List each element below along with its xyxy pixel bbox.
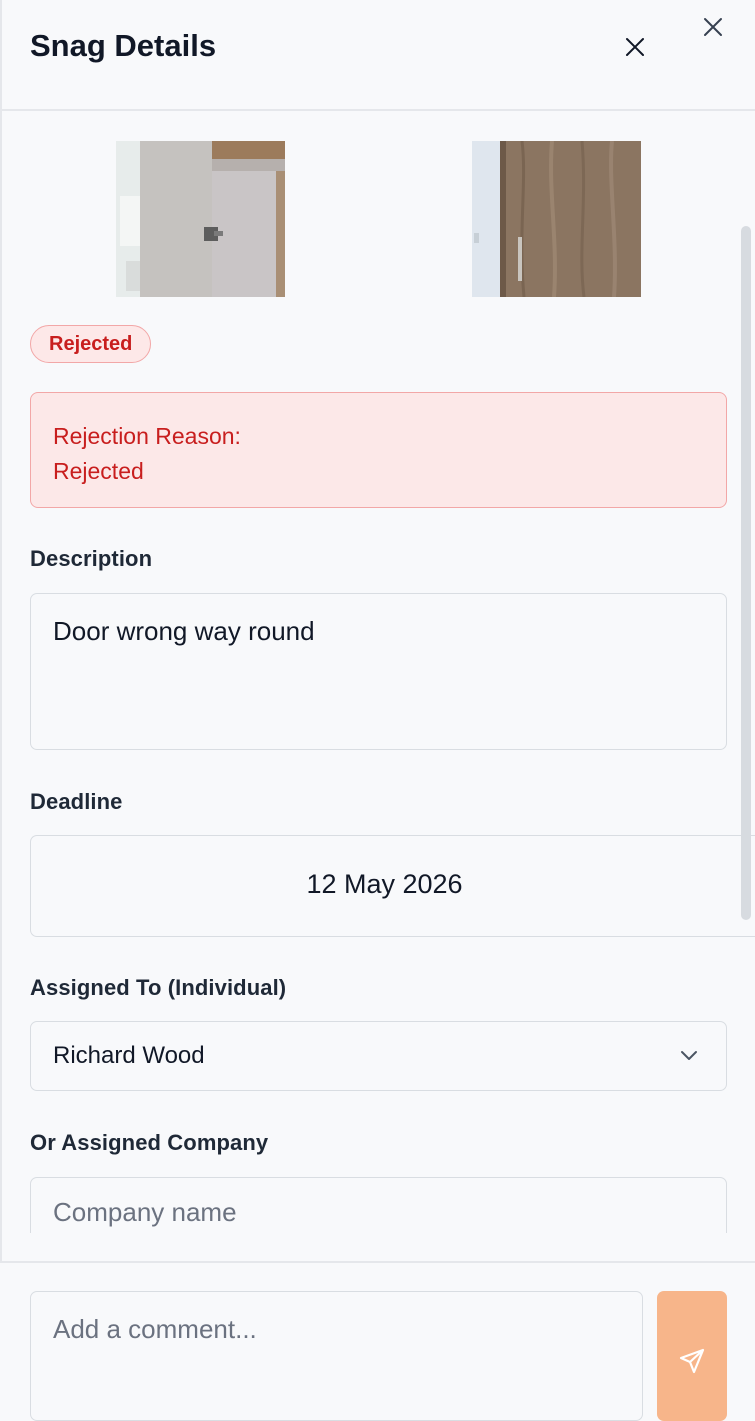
assigned-individual-label: Assigned To (Individual) [30, 975, 287, 1000]
chevron-down-icon [681, 1051, 697, 1060]
send-comment-button[interactable] [657, 1291, 727, 1421]
panel-header: Snag Details [0, 0, 755, 111]
comment-footer: Add a comment... [0, 1261, 755, 1421]
status-badge: Rejected [30, 325, 152, 363]
assigned-individual-select[interactable]: Richard Wood [30, 1021, 727, 1091]
rejection-reason-box: Rejection Reason: Rejected [30, 392, 727, 508]
comment-placeholder: Add a comment... [53, 1314, 257, 1344]
page-title: Snag Details [30, 28, 217, 63]
deadline-label: Deadline [30, 789, 123, 814]
assigned-individual-value: Richard Wood [53, 1042, 205, 1069]
assigned-company-input[interactable]: Company name [30, 1177, 727, 1233]
rejection-reason-value: Rejected [53, 458, 144, 484]
company-name-placeholder: Company name [53, 1197, 237, 1227]
snag-photo-1[interactable] [116, 141, 285, 297]
close-panel-icon[interactable] [624, 36, 646, 58]
assigned-company-label: Or Assigned Company [30, 1130, 269, 1155]
details-scroll-area[interactable]: Rejected Rejection Reason: Rejected Desc… [0, 111, 755, 1233]
scrollbar-thumb[interactable] [741, 226, 751, 920]
photo-image [116, 141, 285, 297]
comment-input[interactable]: Add a comment... [30, 1291, 643, 1421]
rejection-reason-label: Rejection Reason: [53, 423, 241, 449]
snag-photo-2[interactable] [472, 141, 641, 297]
deadline-date-field[interactable]: 12 May 2026 [30, 835, 755, 937]
description-value: Door wrong way round [53, 616, 315, 646]
photo-image [472, 141, 641, 297]
send-icon [679, 1348, 705, 1374]
deadline-value: 12 May 2026 [306, 869, 463, 899]
description-field[interactable]: Door wrong way round [30, 593, 727, 750]
close-icon[interactable] [702, 16, 724, 38]
description-label: Description [30, 546, 153, 571]
